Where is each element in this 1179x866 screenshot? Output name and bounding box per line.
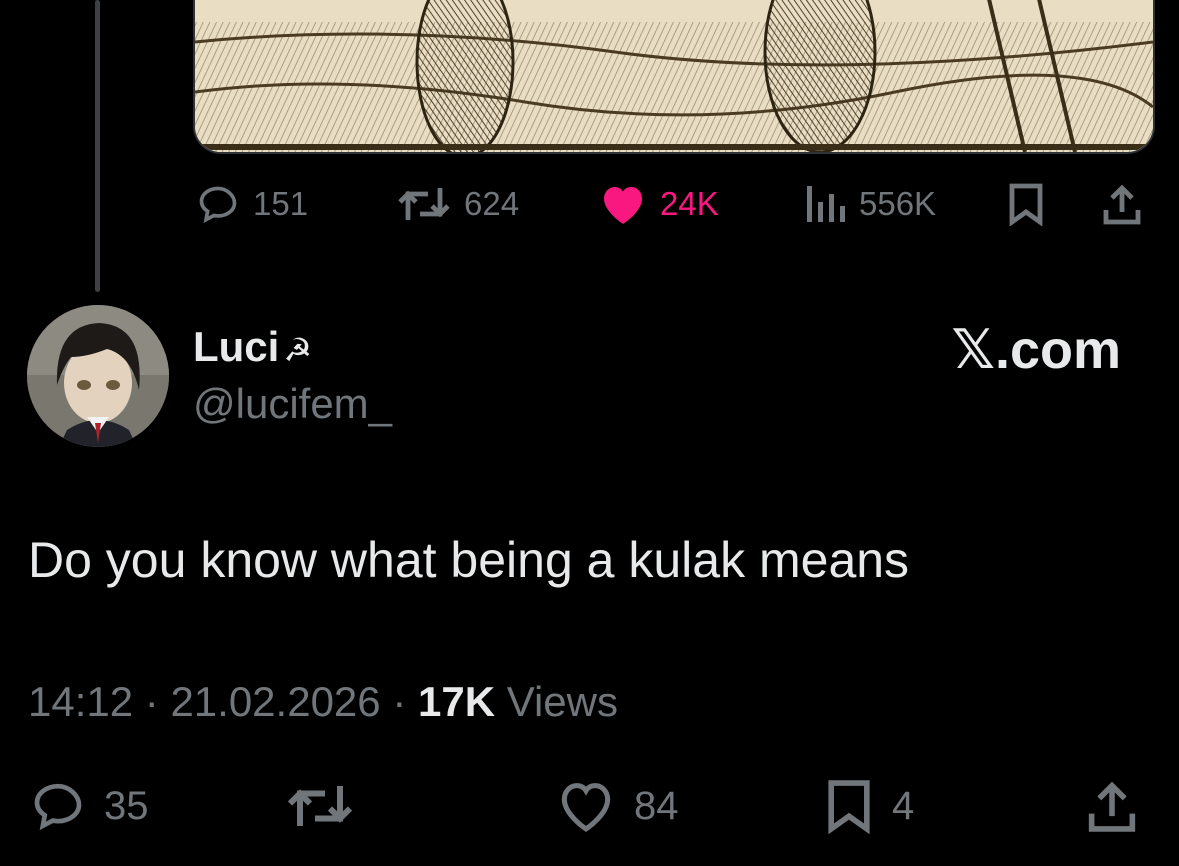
- meta-separator: ·: [380, 678, 418, 725]
- x-com-watermark: 𝕏.com: [951, 320, 1121, 380]
- share-icon: [1103, 184, 1141, 225]
- share-button[interactable]: [1100, 182, 1144, 226]
- heart-icon: [561, 783, 611, 832]
- views-count: 556K: [859, 185, 937, 222]
- share-button[interactable]: [1084, 778, 1140, 834]
- tweet-time[interactable]: 14:12: [28, 678, 133, 725]
- bookmark-button[interactable]: [1006, 182, 1046, 226]
- avatar[interactable]: [27, 305, 169, 447]
- like-button[interactable]: 84: [554, 778, 679, 834]
- meta-separator: ·: [133, 678, 171, 725]
- views-icon: [807, 186, 845, 222]
- bookmark-count: 4: [892, 783, 915, 828]
- repost-count: 624: [464, 185, 520, 222]
- thread-line: [95, 0, 100, 292]
- tweet-text: Do you know what being a kulak means: [28, 532, 910, 588]
- reply-count: 151: [253, 185, 309, 222]
- repost-icon: [287, 786, 353, 826]
- previous-tweet-image[interactable]: [193, 0, 1155, 154]
- display-name[interactable]: Luci ☭: [193, 323, 312, 371]
- repost-icon: [398, 188, 450, 220]
- views-label: Views: [495, 678, 618, 725]
- reply-button[interactable]: 35: [28, 778, 149, 834]
- share-icon: [1088, 781, 1136, 832]
- reply-count: 35: [104, 783, 149, 828]
- display-name-text: Luci: [193, 323, 280, 370]
- repost-button[interactable]: [285, 778, 371, 834]
- repost-button[interactable]: 624: [396, 182, 519, 226]
- hammer-sickle-emoji: ☭: [283, 332, 313, 368]
- tweet-date[interactable]: 21.02.2026: [170, 678, 380, 725]
- reply-icon: [34, 783, 82, 831]
- bookmark-button[interactable]: 4: [822, 778, 914, 834]
- views-button[interactable]: 556K: [803, 182, 936, 226]
- tweet-meta: 14:12 · 21.02.2026 · 17K Views: [28, 678, 618, 726]
- like-button[interactable]: 24K: [598, 182, 719, 226]
- reply-button[interactable]: 151: [195, 182, 308, 226]
- views-count-bold: 17K: [417, 678, 496, 725]
- like-count: 24K: [660, 185, 719, 222]
- reply-icon: [199, 186, 237, 223]
- user-handle[interactable]: @lucifem_: [193, 380, 392, 428]
- heart-icon: [604, 187, 642, 224]
- bookmark-icon: [1009, 183, 1043, 226]
- bookmark-icon: [828, 780, 870, 834]
- like-count: 84: [634, 783, 679, 828]
